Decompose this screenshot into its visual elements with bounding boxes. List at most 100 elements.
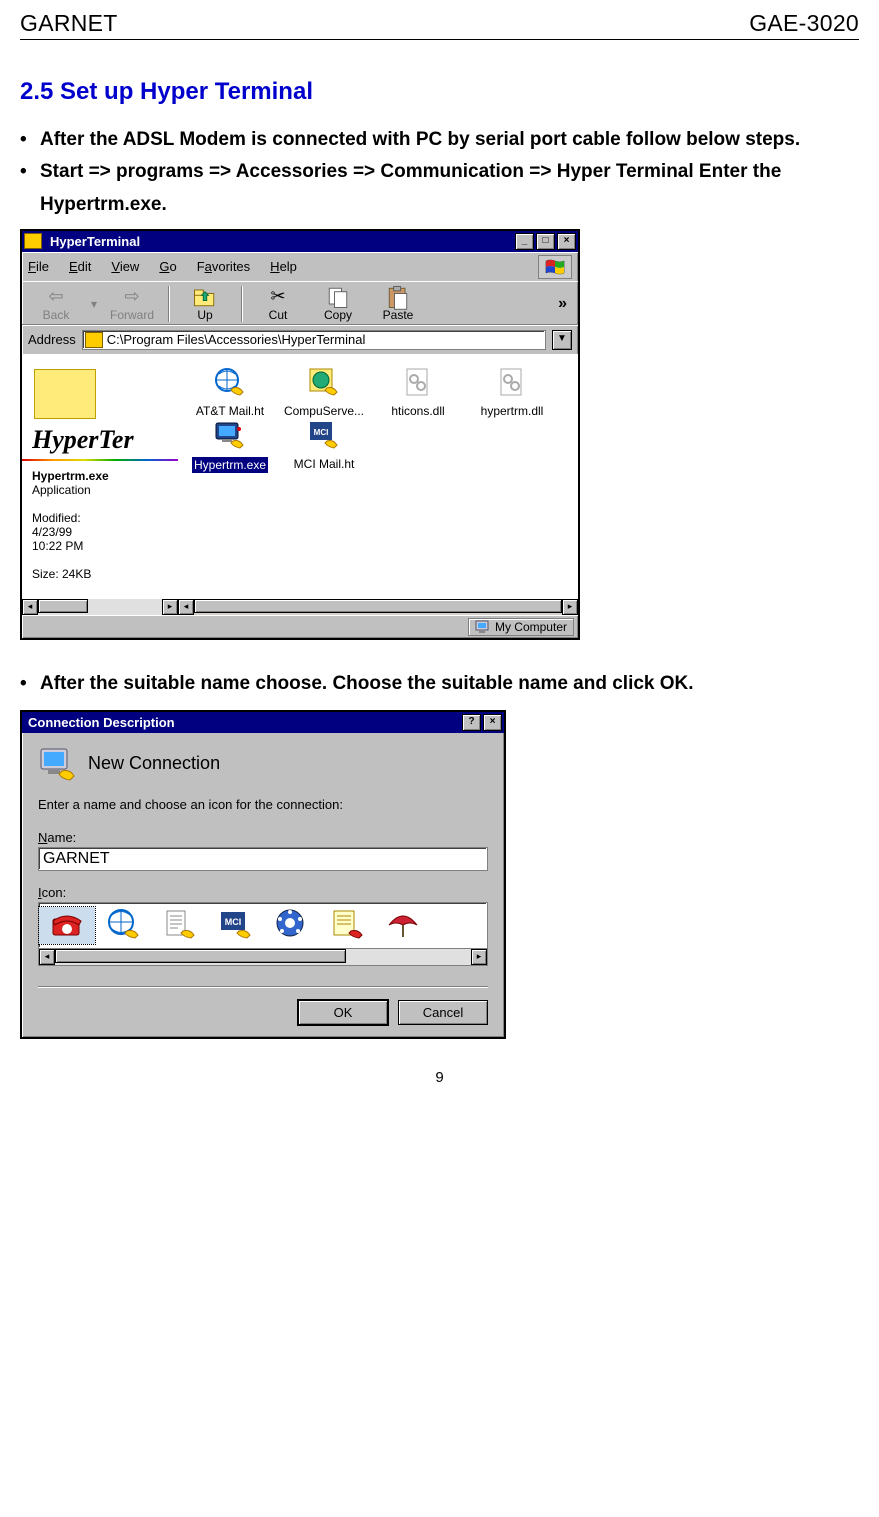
menu-edit[interactable]: Edit <box>69 259 91 274</box>
file-area-scrollbar[interactable]: ◂ ▸ <box>178 599 578 615</box>
doc-header-left: GARNET <box>20 10 118 37</box>
scroll-left-button[interactable]: ◂ <box>39 949 55 965</box>
dialog-prompt: Enter a name and choose an icon for the … <box>38 797 488 812</box>
help-button[interactable]: ? <box>462 714 481 731</box>
dialog-titlebar[interactable]: Connection Description ? × <box>22 712 504 733</box>
file-item-compuserve[interactable]: CompuServe... <box>278 365 370 418</box>
scroll-thumb[interactable] <box>55 949 346 963</box>
file-size: Size: 24KB <box>32 567 178 581</box>
toolbar-overflow[interactable]: » <box>552 295 574 313</box>
address-label: Address <box>28 332 76 347</box>
cancel-button[interactable]: Cancel <box>398 1000 488 1025</box>
scissors-icon: ✂ <box>248 286 308 308</box>
file-item-att[interactable]: AT&T Mail.ht <box>184 365 276 418</box>
file-item-hypertrmdll[interactable]: hypertrm.dll <box>466 365 558 418</box>
toolbar-paste[interactable]: Paste <box>368 286 428 322</box>
icon-option-note[interactable] <box>319 907 375 944</box>
explorer-statusbar: My Computer <box>22 615 578 638</box>
bullet-1: After the ADSL Modem is connected with P… <box>40 124 859 156</box>
ok-button[interactable]: OK <box>298 1000 388 1025</box>
explorer-window: HyperTerminal _ □ × File Edit View Go Fa… <box>20 229 580 640</box>
monitor-phone-icon <box>38 745 74 781</box>
address-value: C:\Program Files\Accessories\HyperTermin… <box>107 332 366 347</box>
instruction-bullets: •After the ADSL Modem is connected with … <box>20 124 859 221</box>
scroll-right-button[interactable]: ▸ <box>162 599 178 615</box>
maximize-button[interactable]: □ <box>536 233 555 250</box>
scroll-left-button[interactable]: ◂ <box>178 599 194 615</box>
left-panel-scrollbar[interactable]: ◂ ▸ <box>22 599 178 615</box>
statusbar-text: My Computer <box>495 620 567 634</box>
toolbar-separator <box>168 286 169 322</box>
folder-icon <box>34 369 96 419</box>
explorer-menubar: File Edit View Go Favorites Help <box>22 252 578 281</box>
toolbar-separator <box>241 286 242 322</box>
toolbar-back[interactable]: ⇦ Back <box>26 286 86 322</box>
folder-up-icon <box>175 286 235 308</box>
icon-picker[interactable]: MCI <box>38 902 488 949</box>
explorer-toolbar: ⇦ Back ▾ ⇨ Forward Up ✂ Cut <box>22 281 578 325</box>
scroll-right-button[interactable]: ▸ <box>562 599 578 615</box>
scroll-thumb[interactable] <box>38 599 88 613</box>
icon-picker-scrollbar[interactable]: ◂ ▸ <box>38 949 488 966</box>
close-button[interactable]: × <box>557 233 576 250</box>
folder-big-title: HyperTer <box>32 425 178 455</box>
toolbar-back-dropdown[interactable]: ▾ <box>86 297 102 311</box>
bullet-3: After the suitable name choose. Choose t… <box>40 668 859 700</box>
scroll-right-button[interactable]: ▸ <box>471 949 487 965</box>
new-connection-label: New Connection <box>88 753 220 774</box>
icon-option-globe[interactable] <box>95 907 151 944</box>
gear-doc-icon <box>372 365 464 401</box>
icon-option-dial[interactable] <box>263 907 319 944</box>
scroll-thumb[interactable] <box>194 599 562 613</box>
copy-icon <box>308 286 368 308</box>
explorer-title: HyperTerminal <box>46 234 513 249</box>
paste-icon <box>368 286 428 308</box>
monitor-phone-icon <box>184 418 276 454</box>
explorer-content: HyperTer Hypertrm.exe Application Modifi… <box>22 354 578 615</box>
arrow-left-icon: ⇦ <box>26 286 86 308</box>
menu-go[interactable]: Go <box>159 259 176 274</box>
page-number: 9 <box>20 1069 859 1086</box>
bullet-2: Start => programs => Accessories => Comm… <box>40 156 859 221</box>
icon-option-umbrella[interactable] <box>375 907 431 944</box>
minimize-button[interactable]: _ <box>515 233 534 250</box>
file-item-hypertrmexe[interactable]: Hypertrm.exe <box>184 418 276 476</box>
file-item-hticons[interactable]: hticons.dll <box>372 365 464 418</box>
file-list-area[interactable]: AT&T Mail.ht CompuServe... hticons.dll <box>178 355 578 615</box>
arrow-right-icon: ⇨ <box>102 286 162 308</box>
address-dropdown[interactable]: ▼ <box>552 330 572 350</box>
icon-field-label: Icon: <box>38 885 488 900</box>
close-button[interactable]: × <box>483 714 502 731</box>
toolbar-copy[interactable]: Copy <box>308 286 368 322</box>
menu-help[interactable]: Help <box>270 259 297 274</box>
scroll-left-button[interactable]: ◂ <box>22 599 38 615</box>
svg-text:MCI: MCI <box>225 917 242 927</box>
modified-time: 10:22 PM <box>32 539 178 553</box>
toolbar-up[interactable]: Up <box>175 286 235 322</box>
svg-text:MCI: MCI <box>314 428 329 437</box>
icon-option-doc[interactable] <box>151 907 207 944</box>
name-input[interactable] <box>38 847 488 871</box>
folder-icon <box>24 233 42 249</box>
menu-view[interactable]: View <box>111 259 139 274</box>
explorer-titlebar[interactable]: HyperTerminal _ □ × <box>22 231 578 252</box>
toolbar-forward[interactable]: ⇨ Forward <box>102 286 162 322</box>
rainbow-divider <box>22 459 178 461</box>
dialog-title: Connection Description <box>24 715 460 730</box>
modified-label: Modified: <box>32 511 178 525</box>
folder-icon <box>85 332 103 348</box>
address-input[interactable]: C:\Program Files\Accessories\HyperTermin… <box>82 330 546 350</box>
section-title: 2.5 Set up Hyper Terminal <box>20 78 859 106</box>
windows-flag-icon <box>538 255 572 279</box>
cs-globe-icon <box>278 365 370 401</box>
icon-option-red-phone[interactable] <box>39 907 95 944</box>
mci-icon: MCI <box>278 418 370 454</box>
menu-favorites[interactable]: Favorites <box>197 259 250 274</box>
icon-option-mci[interactable]: MCI <box>207 907 263 944</box>
file-item-mci[interactable]: MCI MCI Mail.ht <box>278 418 370 476</box>
address-bar: Address C:\Program Files\Accessories\Hyp… <box>22 325 578 354</box>
name-field-label: Name: <box>38 830 488 845</box>
toolbar-cut[interactable]: ✂ Cut <box>248 286 308 322</box>
gear-doc-icon <box>466 365 558 401</box>
menu-file[interactable]: File <box>28 259 49 274</box>
